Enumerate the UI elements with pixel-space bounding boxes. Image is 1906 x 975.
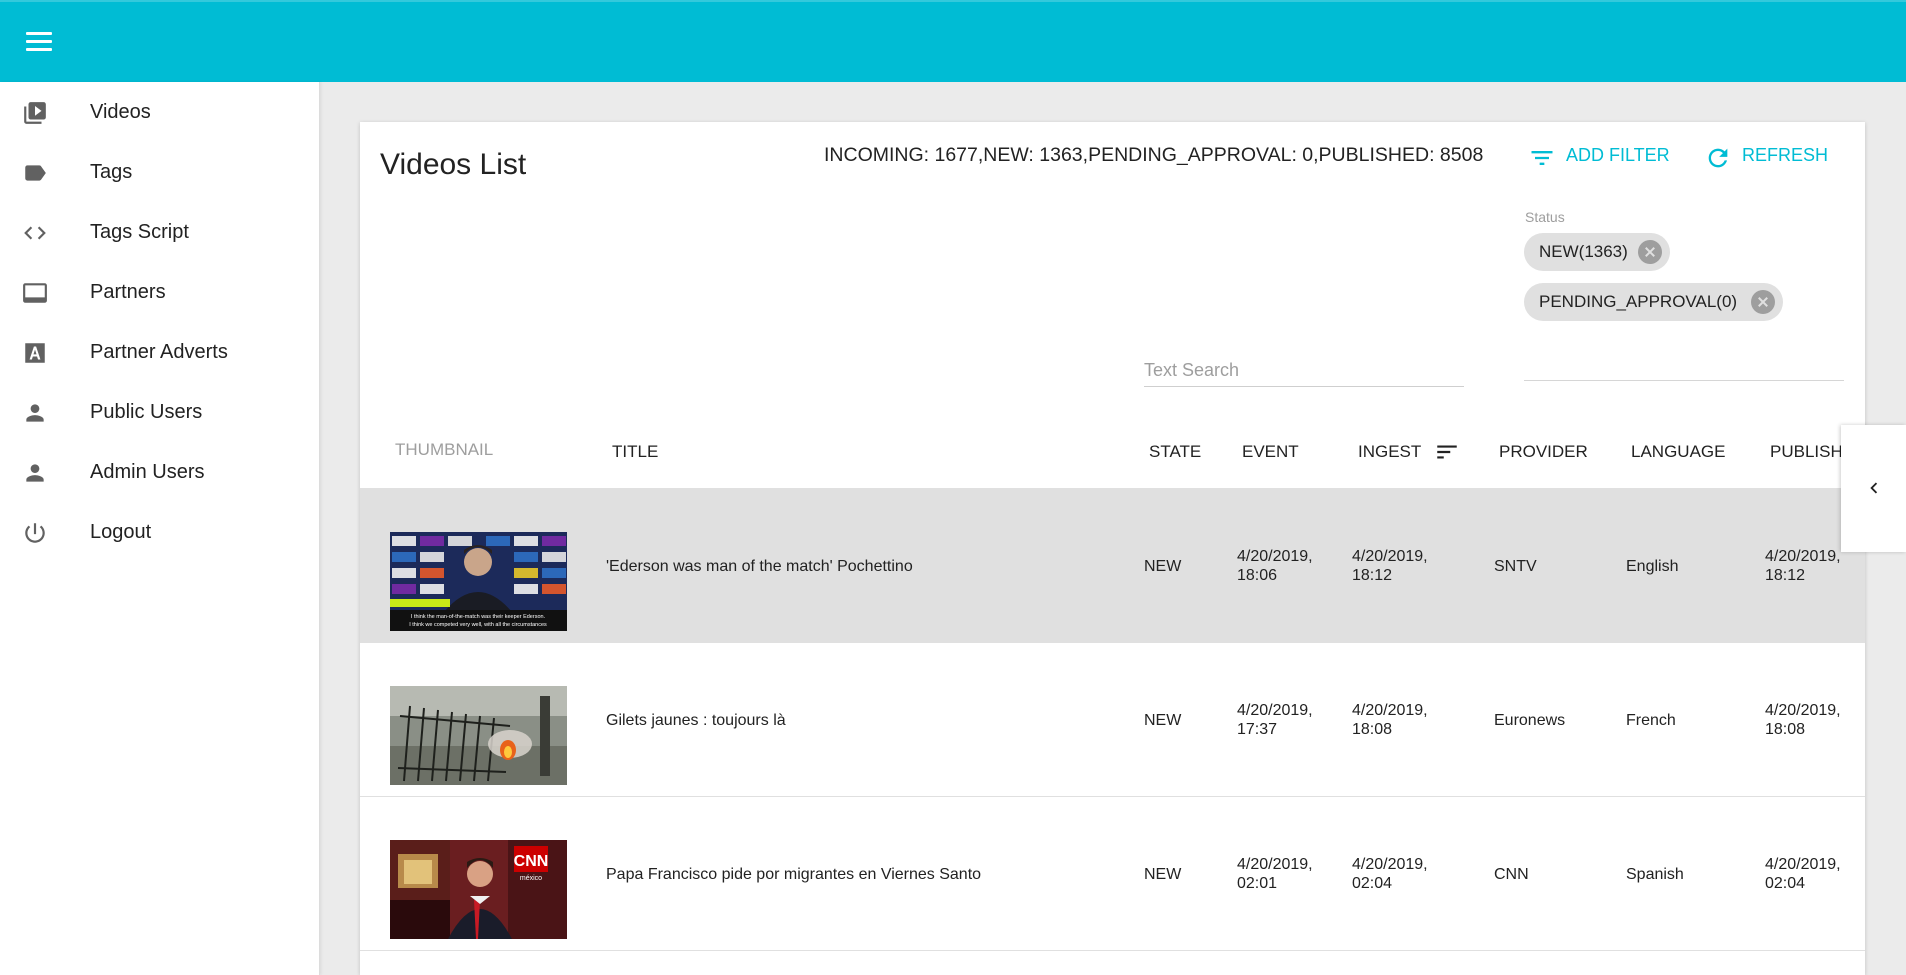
add-filter-label: ADD FILTER (1566, 145, 1670, 165)
event-date: 4/20/2019, 18:06 (1237, 548, 1313, 584)
video-language: English (1626, 558, 1679, 575)
chip-delete-icon[interactable] (1638, 240, 1662, 264)
sidebar-item-label: Logout (90, 521, 152, 543)
sidebar-item-videos[interactable]: Videos (0, 82, 319, 142)
column-header-thumbnail: THUMBNAIL (395, 440, 494, 459)
thumbnail-caption: I think we competed very well, with all … (409, 622, 547, 628)
chevron-left-icon (1870, 482, 1878, 494)
video-library-icon (24, 102, 46, 124)
sidebar: Videos Tags Tags Script Partners Partner… (0, 82, 320, 975)
sidebar-item-label: Admin Users (90, 461, 205, 483)
code-icon (24, 226, 46, 240)
sidebar-item-tags[interactable]: Tags (0, 142, 319, 202)
menu-icon[interactable] (26, 32, 52, 54)
drawer-toggle-button[interactable] (1841, 425, 1906, 552)
sidebar-item-label: Videos (90, 101, 151, 123)
table-row[interactable]: Gilets jaunes : toujours là NEW 4/20/201… (360, 643, 1865, 797)
filter-icon (1531, 151, 1553, 165)
video-title: Papa Francisco pide por migrantes en Vie… (606, 866, 982, 883)
column-header-ingest[interactable]: INGEST (1358, 442, 1457, 462)
cnn-logo: CNN (514, 853, 549, 870)
sidebar-item-public-users[interactable]: Public Users (0, 382, 319, 442)
column-header-label: INGEST (1358, 442, 1422, 461)
video-language: Spanish (1626, 866, 1684, 883)
chip-delete-icon[interactable] (1751, 290, 1775, 314)
status-counts: INCOMING: 1677,NEW: 1363,PENDING_APPROVA… (824, 144, 1484, 166)
column-header-language[interactable]: LANGUAGE (1631, 442, 1725, 462)
sidebar-item-label: Partners (90, 281, 166, 303)
refresh-label: REFRESH (1742, 145, 1829, 165)
sidebar-item-label: Partner Adverts (90, 341, 228, 363)
sidebar-item-tags-script[interactable]: Tags Script (0, 202, 319, 262)
sidebar-item-admin-users[interactable]: Admin Users (0, 442, 319, 502)
column-header-title[interactable]: TITLE (612, 442, 658, 462)
publish-date: 4/20/2019, 18:08 (1765, 702, 1841, 738)
video-title: 'Ederson was man of the match' Pochettin… (606, 558, 913, 575)
publish-date: 4/20/2019, 18:12 (1765, 548, 1841, 584)
column-header-event[interactable]: EVENT (1242, 442, 1299, 462)
video-language: French (1626, 712, 1676, 729)
event-date: 4/20/2019, 02:01 (1237, 856, 1313, 892)
video-thumbnail[interactable]: CNN méxico (390, 840, 567, 939)
ingest-date: 4/20/2019, 18:08 (1352, 702, 1428, 738)
videos-list-card: Videos List INCOMING: 1677,NEW: 1363,PEN… (360, 122, 1865, 975)
video-state: NEW (1144, 712, 1182, 729)
status-filter-underline (1524, 380, 1844, 381)
table-row[interactable]: CNN méxico Papa Francisco pide por migra… (360, 797, 1865, 951)
letter-a-icon (25, 343, 45, 363)
add-filter-button[interactable]: ADD FILTER (1528, 144, 1678, 174)
sidebar-item-logout[interactable]: Logout (0, 502, 319, 562)
sort-icon[interactable] (1434, 439, 1460, 465)
publish-date: 4/20/2019, 02:04 (1765, 856, 1841, 892)
text-search-input[interactable] (1144, 354, 1464, 387)
cnn-subtitle: méxico (520, 875, 542, 882)
column-header-provider[interactable]: PROVIDER (1499, 442, 1588, 462)
power-icon (25, 523, 45, 543)
status-filter-label: Status (1525, 209, 1565, 225)
sidebar-item-label: Public Users (90, 401, 203, 423)
sidebar-item-partners[interactable]: Partners (0, 262, 319, 322)
column-header-publish[interactable]: PUBLISH (1770, 442, 1843, 462)
refresh-button[interactable]: REFRESH (1704, 144, 1844, 174)
tag-icon (25, 165, 46, 181)
person-icon (26, 404, 44, 422)
app-bar (0, 0, 1906, 82)
video-title: Gilets jaunes : toujours là (606, 712, 786, 729)
event-date: 4/20/2019, 17:37 (1237, 702, 1313, 738)
video-provider: SNTV (1494, 558, 1537, 575)
person-icon (26, 464, 44, 482)
monitor-icon (23, 283, 47, 303)
sidebar-item-label: Tags (90, 161, 133, 183)
video-thumbnail[interactable]: I think the man-of-the-match was their k… (390, 532, 567, 631)
page-title: Videos List (380, 148, 527, 181)
video-state: NEW (1144, 558, 1182, 575)
table-row[interactable]: I think the man-of-the-match was their k… (360, 489, 1865, 643)
video-provider: CNN (1494, 866, 1529, 883)
chip-label: NEW(1363) (1539, 242, 1628, 261)
video-thumbnail[interactable] (390, 686, 567, 785)
sidebar-item-label: Tags Script (90, 221, 189, 243)
ingest-date: 4/20/2019, 18:12 (1352, 548, 1428, 584)
chip-label: PENDING_APPROVAL(0) (1539, 292, 1738, 311)
refresh-icon (1708, 148, 1728, 168)
status-chip-new[interactable]: NEW(1363) (1524, 233, 1670, 271)
video-state: NEW (1144, 866, 1182, 883)
sidebar-item-partner-adverts[interactable]: Partner Adverts (0, 322, 319, 382)
ingest-date: 4/20/2019, 02:04 (1352, 856, 1428, 892)
column-header-state[interactable]: STATE (1149, 442, 1201, 462)
video-provider: Euronews (1494, 712, 1566, 729)
status-chip-pending-approval[interactable]: PENDING_APPROVAL(0) (1524, 283, 1783, 321)
thumbnail-caption: I think the man-of-the-match was their k… (411, 614, 546, 620)
